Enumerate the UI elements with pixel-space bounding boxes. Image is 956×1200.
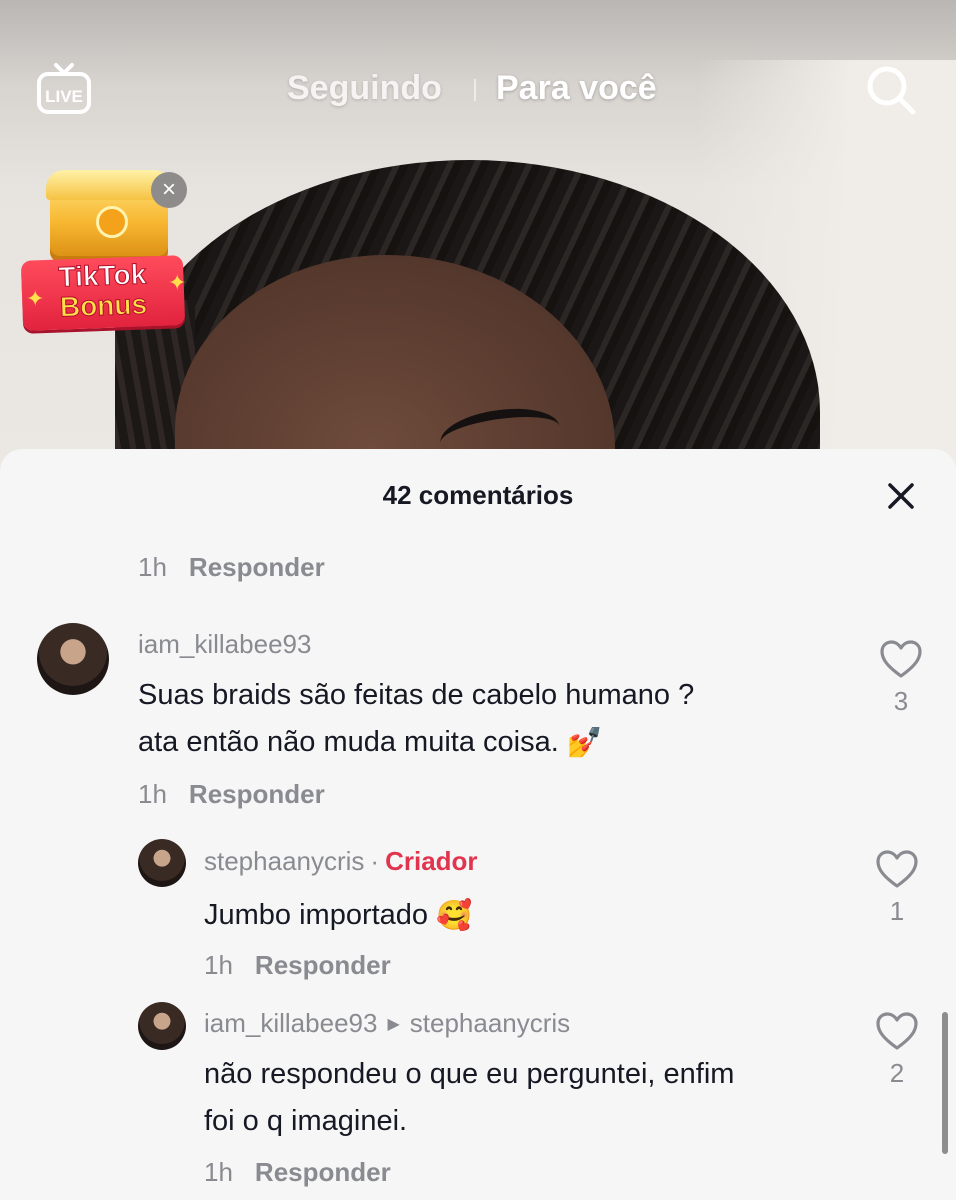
tab-following[interactable]: Seguindo xyxy=(287,69,442,108)
comment-username[interactable]: stephaanycris xyxy=(204,846,364,876)
comment-time: 1h xyxy=(204,950,233,980)
treasure-chest-lock xyxy=(96,206,128,238)
like-button[interactable]: 3 xyxy=(878,639,924,717)
sparkle-icon: ✦ xyxy=(168,270,187,295)
separator-dot: · xyxy=(370,846,380,876)
reply-button[interactable]: Responder xyxy=(255,950,391,980)
tiktok-bonus-widget[interactable]: × TikTok Bonus ✦ ✦ xyxy=(20,170,190,332)
comment-text-line: foi o q imaginei. xyxy=(204,1105,408,1137)
live-icon-label: LIVE xyxy=(45,87,83,106)
comments-header: 42 comentários xyxy=(0,449,956,539)
comment-text: não respondeu o que eu perguntei, enfim … xyxy=(204,1051,734,1145)
bonus-label-line2: Bonus xyxy=(59,288,148,323)
comment-time: 1h xyxy=(138,779,167,809)
comment-text-fragment: Jumbo importado xyxy=(204,899,429,931)
bonus-close-button[interactable]: × xyxy=(151,172,187,208)
comment-username-row: iam_killabee93 ▶ stephaanycris xyxy=(204,1008,570,1039)
comment-meta: 1h Responder xyxy=(204,1157,391,1188)
top-navigation: LIVE Seguindo Para você xyxy=(0,55,956,125)
comment-username-row: stephaanycris · Criador xyxy=(204,846,478,877)
like-count: 2 xyxy=(889,1058,905,1088)
comment-text-fragment: ata então não muda muita coisa. xyxy=(138,726,559,758)
close-icon xyxy=(888,483,914,509)
like-button[interactable]: 2 xyxy=(874,1011,920,1089)
comment-meta: 1h Responder xyxy=(138,552,325,583)
comments-count-title: 42 comentários xyxy=(382,480,574,510)
nail-polish-emoji: 💅 xyxy=(566,726,603,759)
tab-for-you[interactable]: Para você xyxy=(496,69,657,108)
tab-divider xyxy=(474,79,476,101)
like-count: 3 xyxy=(893,686,909,716)
bonus-label: TikTok Bonus xyxy=(20,255,186,331)
reply-button[interactable]: Responder xyxy=(189,552,325,582)
heart-icon xyxy=(880,640,922,678)
heart-icon xyxy=(876,850,918,888)
comment-username[interactable]: iam_killabee93 xyxy=(138,629,311,660)
comment-time: 1h xyxy=(204,1157,233,1187)
search-button[interactable] xyxy=(864,63,918,117)
live-button[interactable]: LIVE xyxy=(36,61,92,117)
comment-text: Suas braids são feitas de cabelo humano … xyxy=(138,672,694,767)
reply-arrow-icon: ▶ xyxy=(387,1016,400,1033)
avatar[interactable] xyxy=(138,839,186,887)
comments-sheet: 42 comentários 1h Responder iam_killabee9… xyxy=(0,449,956,1200)
comment-text-line: ata então não muda muita coisa. 💅 xyxy=(138,719,694,767)
comment-meta: 1h Responder xyxy=(204,950,391,981)
comment-text-line: Suas braids são feitas de cabelo humano … xyxy=(138,679,695,711)
like-count: 1 xyxy=(889,896,905,926)
smiling-hearts-emoji: 🥰 xyxy=(436,899,473,932)
reply-button[interactable]: Responder xyxy=(255,1157,391,1187)
search-icon xyxy=(867,66,916,115)
comments-scrollbar[interactable] xyxy=(942,1012,948,1154)
like-button[interactable]: 1 xyxy=(874,849,920,927)
comment-meta: 1h Responder xyxy=(138,779,325,810)
reply-to-username[interactable]: stephaanycris xyxy=(410,1008,570,1038)
comment-text: Jumbo importado 🥰 xyxy=(204,892,472,940)
comment-username[interactable]: iam_killabee93 xyxy=(204,1008,377,1038)
comment-text-line: não respondeu o que eu perguntei, enfim xyxy=(204,1058,735,1090)
heart-icon xyxy=(876,1012,918,1050)
creator-badge: Criador xyxy=(385,846,478,876)
avatar[interactable] xyxy=(37,623,109,695)
close-comments-button[interactable] xyxy=(884,479,918,513)
comment-time: 1h xyxy=(138,552,167,582)
sparkle-icon: ✦ xyxy=(26,286,45,311)
live-icon: LIVE xyxy=(37,63,91,114)
avatar[interactable] xyxy=(138,1002,186,1050)
reply-button[interactable]: Responder xyxy=(189,779,325,809)
